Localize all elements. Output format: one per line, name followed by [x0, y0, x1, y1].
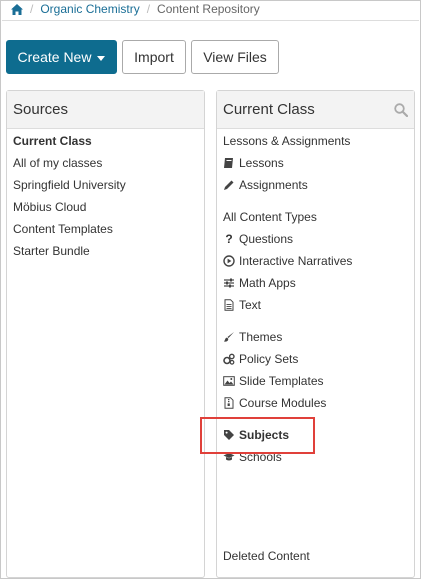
current-class-panel: Current Class Lessons & Assignments Less…: [216, 90, 415, 578]
cogs-icon: [223, 353, 235, 365]
section-all-content-types: All Content Types: [223, 210, 317, 224]
header-divider: [2, 20, 419, 21]
sources-panel-header: Sources: [7, 91, 204, 129]
source-item-mobius-cloud[interactable]: Möbius Cloud: [13, 200, 86, 214]
sliders-icon: [224, 278, 234, 288]
section-lessons-assignments: Lessons & Assignments: [223, 134, 351, 148]
home-icon[interactable]: [11, 3, 23, 15]
item-themes[interactable]: Themes: [223, 330, 282, 344]
item-interactive-narratives-label: Interactive Narratives: [239, 254, 353, 268]
image-icon: [223, 376, 235, 386]
item-assignments-label: Assignments: [239, 178, 308, 192]
subjects-highlight-box: [200, 417, 315, 454]
item-text-label: Text: [239, 298, 262, 312]
item-math-apps[interactable]: Math Apps: [223, 276, 296, 290]
source-item-starter-bundle[interactable]: Starter Bundle: [13, 244, 90, 258]
item-course-modules[interactable]: Course Modules: [223, 396, 326, 410]
import-button[interactable]: Import: [122, 40, 186, 74]
item-course-modules-label: Course Modules: [239, 396, 327, 410]
breadcrumb-separator: /: [30, 2, 34, 16]
play-circle-icon: [223, 255, 235, 267]
breadcrumb-class-link[interactable]: Organic Chemistry: [40, 2, 139, 16]
source-item-springfield[interactable]: Springfield University: [13, 178, 126, 192]
file-archive-icon: [224, 397, 234, 409]
source-item-content-templates[interactable]: Content Templates: [13, 222, 113, 236]
item-questions[interactable]: ? Questions: [223, 232, 293, 246]
current-class-panel-header: Current Class: [217, 91, 414, 129]
question-mark-icon: ?: [225, 232, 233, 246]
current-class-title: Current Class: [223, 101, 315, 118]
item-slide-templates-label: Slide Templates: [239, 374, 324, 388]
create-new-label: Create New: [17, 49, 92, 65]
search-icon[interactable]: [394, 103, 408, 117]
view-files-button[interactable]: View Files: [191, 40, 279, 74]
import-label: Import: [134, 49, 174, 65]
create-new-button[interactable]: Create New: [6, 40, 117, 74]
pencil-icon: [224, 180, 234, 190]
paintbrush-icon: [224, 332, 234, 342]
item-deleted-content[interactable]: Deleted Content: [223, 549, 310, 563]
item-lessons[interactable]: Lessons: [223, 156, 284, 170]
item-policy-sets-label: Policy Sets: [239, 352, 299, 366]
view-files-label: View Files: [203, 49, 267, 65]
breadcrumb-current: Content Repository: [157, 2, 260, 16]
item-assignments[interactable]: Assignments: [223, 178, 308, 192]
breadcrumb-separator: /: [146, 2, 151, 16]
content-repository-window: / Organic Chemistry / Content Repository…: [0, 0, 421, 579]
item-lessons-label: Lessons: [239, 156, 284, 170]
item-policy-sets[interactable]: Policy Sets: [223, 352, 298, 366]
chevron-down-icon: [97, 55, 106, 61]
item-math-apps-label: Math Apps: [239, 276, 296, 290]
item-themes-label: Themes: [239, 330, 283, 344]
item-slide-templates[interactable]: Slide Templates: [223, 374, 324, 388]
item-interactive-narratives[interactable]: Interactive Narratives: [223, 254, 352, 268]
item-text[interactable]: Text: [223, 298, 261, 312]
source-item-current-class[interactable]: Current Class: [13, 134, 92, 148]
sources-panel: Sources Current Class All of my classes …: [6, 90, 205, 578]
source-item-all-classes[interactable]: All of my classes: [13, 156, 102, 170]
sources-title: Sources: [13, 101, 69, 118]
breadcrumb: / Organic Chemistry / Content Repository: [11, 1, 260, 17]
document-icon: [224, 299, 234, 311]
item-questions-label: Questions: [239, 232, 294, 246]
book-icon: [224, 158, 233, 168]
